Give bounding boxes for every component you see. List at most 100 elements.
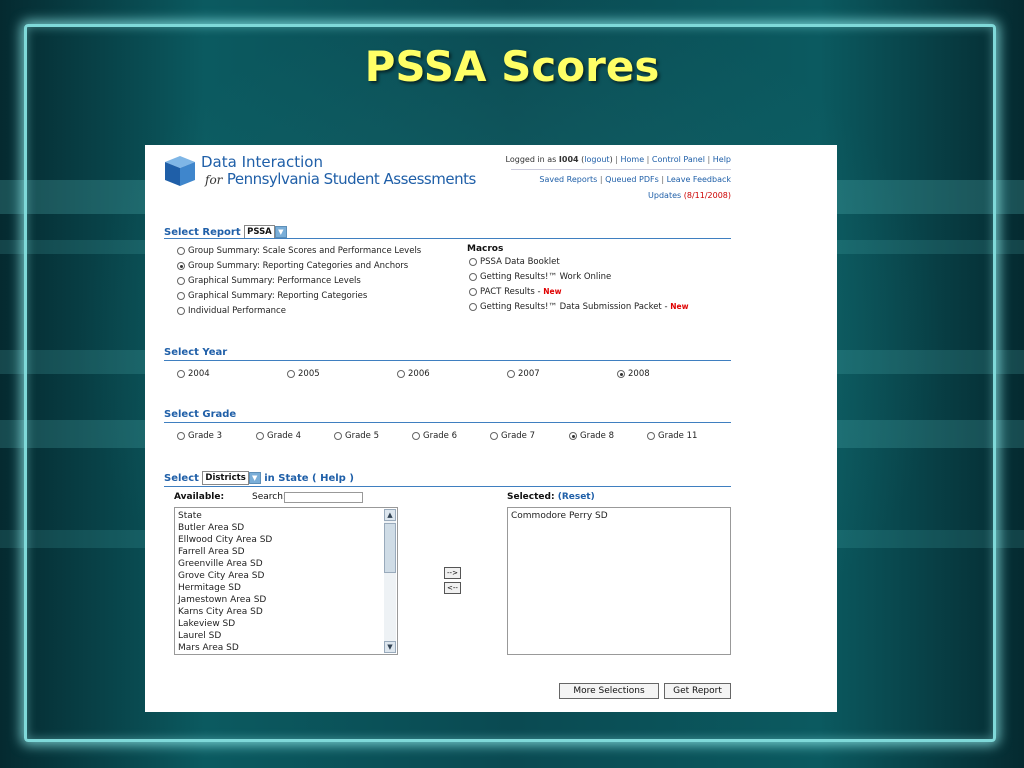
- selected-listbox[interactable]: Commodore Perry SD: [507, 507, 731, 655]
- macro-option[interactable]: PACT Results - New: [469, 287, 689, 302]
- radio-selected-icon[interactable]: [569, 431, 577, 440]
- list-item[interactable]: Farrell Area SD: [175, 546, 397, 558]
- scrollbar-thumb[interactable]: [384, 523, 396, 573]
- radio-icon[interactable]: [490, 431, 498, 440]
- radio-icon[interactable]: [287, 369, 295, 378]
- radio-selected-icon[interactable]: [617, 369, 625, 378]
- radio-icon[interactable]: [334, 431, 342, 440]
- header-divider: [511, 169, 731, 170]
- scope-select[interactable]: Districts: [202, 471, 249, 485]
- radio-icon[interactable]: [647, 431, 655, 440]
- grade-option[interactable]: Grade 7: [490, 431, 535, 441]
- logged-in-label: Logged in as: [505, 155, 557, 164]
- get-report-button[interactable]: Get Report: [664, 683, 731, 699]
- chevron-up-icon[interactable]: ▲: [384, 509, 396, 521]
- macro-option[interactable]: PSSA Data Booklet: [469, 257, 689, 272]
- list-item[interactable]: Mars Area SD: [175, 642, 397, 654]
- selected-header: Selected: (Reset): [507, 492, 595, 502]
- queued-pdfs-link[interactable]: Queued PDFs: [605, 175, 659, 184]
- scrollbar[interactable]: ▲ ▼: [384, 509, 396, 653]
- radio-icon[interactable]: [469, 257, 477, 266]
- home-link[interactable]: Home: [620, 155, 644, 164]
- updates-link[interactable]: Updates: [648, 191, 681, 200]
- add-arrow-button[interactable]: -->: [444, 567, 461, 579]
- year-option[interactable]: 2005: [287, 369, 320, 379]
- select-grade-label: Select Grade: [164, 409, 237, 420]
- list-item[interactable]: Butler Area SD: [175, 522, 397, 534]
- select-scope-prefix: Select: [164, 473, 199, 484]
- radio-icon[interactable]: [177, 306, 185, 315]
- logout-link[interactable]: logout: [584, 155, 609, 164]
- report-select[interactable]: PSSA: [244, 225, 275, 239]
- report-option[interactable]: Group Summary: Scale Scores and Performa…: [177, 246, 421, 261]
- radio-icon[interactable]: [469, 287, 477, 296]
- macro-options: PSSA Data Booklet Getting Results!™ Work…: [469, 257, 689, 317]
- new-badge: New: [543, 287, 562, 296]
- list-item[interactable]: Commodore Perry SD: [508, 510, 730, 522]
- radio-icon[interactable]: [177, 276, 185, 285]
- updates-row: Updates (8/11/2008): [471, 191, 731, 200]
- list-item[interactable]: Jamestown Area SD: [175, 594, 397, 606]
- control-panel-link[interactable]: Control Panel: [652, 155, 705, 164]
- section-rule: [164, 238, 731, 239]
- leave-feedback-link[interactable]: Leave Feedback: [667, 175, 731, 184]
- list-item[interactable]: Laurel SD: [175, 630, 397, 642]
- grade-option[interactable]: Grade 11: [647, 431, 697, 441]
- radio-icon[interactable]: [412, 431, 420, 440]
- list-item[interactable]: Lakeview SD: [175, 618, 397, 630]
- list-item[interactable]: Karns City Area SD: [175, 606, 397, 618]
- more-selections-button[interactable]: More Selections: [559, 683, 659, 699]
- radio-icon[interactable]: [507, 369, 515, 378]
- help-link[interactable]: Help: [713, 155, 731, 164]
- radio-icon[interactable]: [177, 369, 185, 378]
- list-item[interactable]: Ellwood City Area SD: [175, 534, 397, 546]
- saved-reports-link[interactable]: Saved Reports: [539, 175, 597, 184]
- year-option[interactable]: 2007: [507, 369, 540, 379]
- report-option[interactable]: Graphical Summary: Performance Levels: [177, 276, 421, 291]
- radio-icon[interactable]: [177, 246, 185, 255]
- radio-icon[interactable]: [469, 272, 477, 281]
- report-option[interactable]: Individual Performance: [177, 306, 421, 321]
- scope-help-link[interactable]: Help: [320, 473, 346, 484]
- search-input[interactable]: [284, 492, 363, 503]
- chevron-down-icon[interactable]: ▼: [248, 472, 261, 484]
- report-option[interactable]: Group Summary: Reporting Categories and …: [177, 261, 421, 276]
- radio-icon[interactable]: [397, 369, 405, 378]
- list-item[interactable]: Hermitage SD: [175, 582, 397, 594]
- radio-selected-icon[interactable]: [177, 261, 185, 270]
- radio-icon[interactable]: [469, 302, 477, 311]
- radio-icon[interactable]: [177, 291, 185, 300]
- list-item[interactable]: Grove City Area SD: [175, 570, 397, 582]
- macro-option[interactable]: Getting Results!™ Data Submission Packet…: [469, 302, 689, 317]
- select-report-row: Select Report PSSA ▼: [164, 225, 287, 239]
- grade-option[interactable]: Grade 8: [569, 431, 614, 441]
- macro-option[interactable]: Getting Results!™ Work Online: [469, 272, 689, 287]
- chevron-down-icon[interactable]: ▼: [274, 226, 287, 238]
- section-rule: [164, 486, 731, 487]
- chevron-down-icon[interactable]: ▼: [384, 641, 396, 653]
- radio-icon[interactable]: [177, 431, 185, 440]
- section-rule: [164, 422, 731, 423]
- available-listbox[interactable]: State Butler Area SD Ellwood City Area S…: [174, 507, 398, 655]
- slide-title: PSSA Scores: [364, 42, 660, 91]
- year-option[interactable]: 2004: [177, 369, 210, 379]
- grade-option[interactable]: Grade 3: [177, 431, 222, 441]
- grade-option[interactable]: Grade 4: [256, 431, 301, 441]
- cube-logo-icon: [165, 156, 195, 186]
- header-links-row1: Logged in as I004 (logout) | Home | Cont…: [505, 155, 731, 164]
- select-year-label: Select Year: [164, 347, 228, 358]
- report-option[interactable]: Graphical Summary: Reporting Categories: [177, 291, 421, 306]
- radio-icon[interactable]: [256, 431, 264, 440]
- grade-option[interactable]: Grade 6: [412, 431, 457, 441]
- list-item[interactable]: State: [175, 510, 397, 522]
- search-label: Search:: [252, 492, 286, 502]
- brand-line2-wrap: for Pennsylvania Student Assessments: [205, 170, 476, 188]
- brand-line1: Data Interaction: [201, 153, 323, 171]
- year-option[interactable]: 2006: [397, 369, 430, 379]
- header-links-row2: Saved Reports | Queued PDFs | Leave Feed…: [539, 175, 731, 184]
- reset-link[interactable]: (Reset): [558, 492, 595, 502]
- list-item[interactable]: Greenville Area SD: [175, 558, 397, 570]
- grade-option[interactable]: Grade 5: [334, 431, 379, 441]
- remove-arrow-button[interactable]: <--: [444, 582, 461, 594]
- year-option[interactable]: 2008: [617, 369, 650, 379]
